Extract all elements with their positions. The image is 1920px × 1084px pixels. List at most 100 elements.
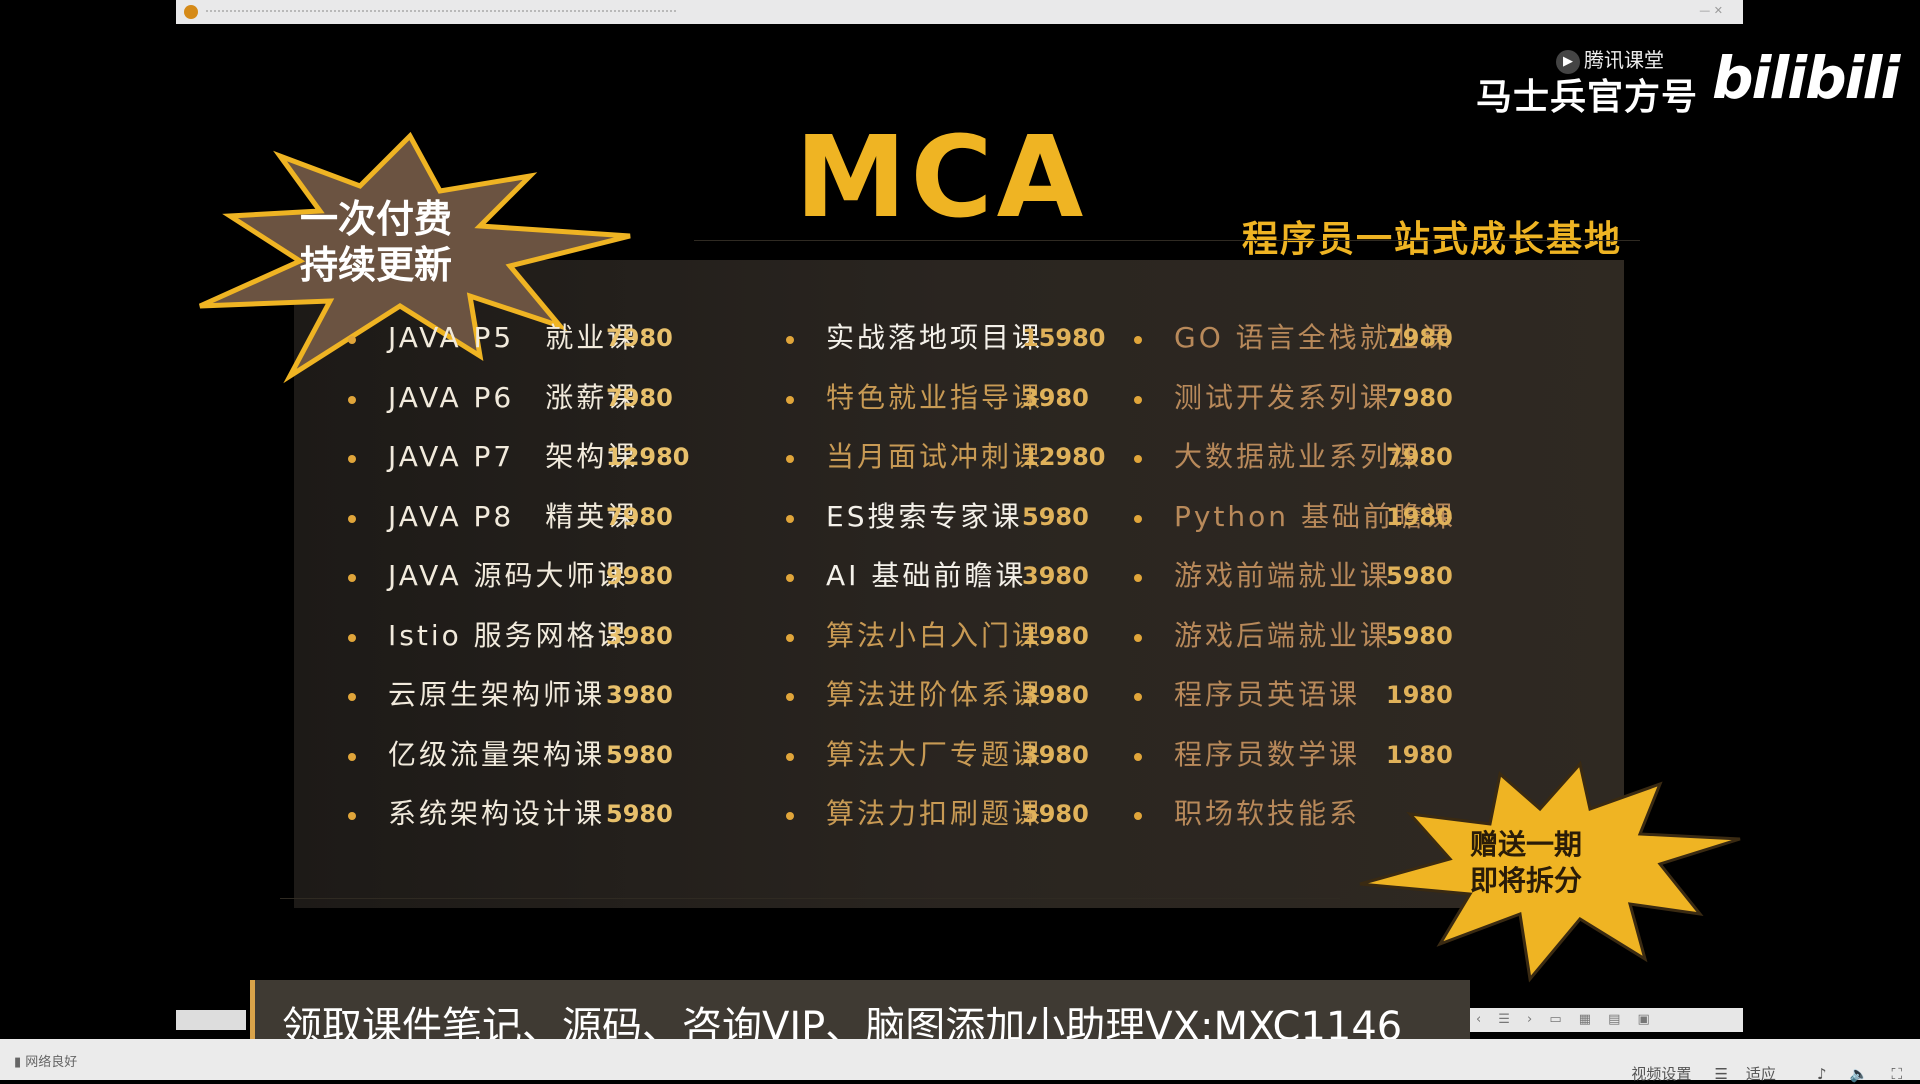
bullet-icon (786, 633, 794, 642)
course-name: 大数据就业系列课 (1174, 440, 1423, 473)
bullet-icon (786, 693, 794, 701)
prev-slide-icon[interactable]: ‹ (1476, 1012, 1481, 1027)
list-icon: ☰ (1714, 1065, 1728, 1083)
course-item: JAVA P6 涨薪课 7980 (348, 380, 778, 440)
course-name: 当月面试冲刺课 (826, 440, 1044, 473)
normal-view-icon[interactable]: ▭ (1549, 1012, 1561, 1027)
volume-icon[interactable]: 🔈 (1850, 1065, 1869, 1083)
fullscreen-icon[interactable]: ⛶ (1891, 1065, 1902, 1083)
bullet-icon (786, 514, 794, 523)
course-item: JAVA P8 精英课 7980 (348, 499, 778, 559)
bullet-icon (1134, 693, 1142, 701)
bullet-icon (348, 812, 356, 820)
course-price: 7980 (606, 502, 673, 531)
bullet-icon (786, 455, 794, 463)
bullet-icon (786, 395, 794, 404)
slide-menu-icon[interactable]: ☰ (1498, 1012, 1510, 1027)
burst-top-text: 一次付费 持续更新 (300, 197, 453, 287)
course-price: 5980 (1022, 502, 1089, 531)
slide-view-controls: ‹ ☰ › ▭ ▦ ▤ ▣ (1470, 1008, 1743, 1032)
bullet-icon (1134, 574, 1142, 582)
player-controls: 视频设置 ☰ 适应 ♪ 🔈 ⛶ (1631, 1039, 1920, 1083)
course-item: Istio 服务网格课 3980 (348, 618, 778, 678)
burst-bottom-text: 赠送一期 即将拆分 (1470, 828, 1583, 897)
course-item: 大数据就业系列课 7980 (1134, 439, 1564, 499)
course-column-1: JAVA P5 就业课 7980 JAVA P6 涨薪课 7980 JAVA P7 架构… (348, 320, 778, 856)
course-price: 1980 (1022, 621, 1089, 650)
course-price: 3980 (1022, 740, 1089, 769)
course-price: 12980 (1022, 443, 1106, 471)
course-item: 程序员英语课 1980 (1134, 677, 1564, 737)
course-item: 云原生架构师课 3980 (348, 677, 778, 737)
course-name: 系统架构设计课 (388, 797, 606, 830)
bullet-icon (1134, 812, 1142, 820)
course-name: 实战落地项目课 (826, 321, 1044, 354)
bullet-icon (348, 395, 356, 404)
app-icon (184, 5, 198, 19)
official-account-label: 马士兵官方号 (1476, 77, 1699, 118)
course-item: 游戏后端就业课 5980 (1134, 618, 1564, 678)
course-price: 7980 (606, 383, 673, 412)
sorter-view-icon[interactable]: ▦ (1579, 1012, 1591, 1027)
signal-icon: ▮ (14, 1055, 22, 1070)
mic-icon[interactable]: ♪ (1817, 1065, 1827, 1083)
course-item: 测试开发系列课 7980 (1134, 380, 1564, 440)
window-controls[interactable]: — ✕ (1699, 4, 1723, 17)
bullet-icon (1134, 395, 1142, 404)
course-name: 游戏前端就业课 (1174, 559, 1392, 592)
branding: ▶ 腾讯课堂 马士兵官方号 bilibili (1476, 34, 1900, 118)
course-name: JAVA P7 架构课 (388, 440, 639, 473)
course-name: ES搜索专家课 (826, 499, 1023, 533)
reading-view-icon[interactable]: ▤ (1608, 1012, 1620, 1027)
course-price: 5980 (1022, 800, 1089, 828)
course-price: 3980 (606, 621, 673, 650)
course-name: 算法进阶体系课 (826, 678, 1044, 711)
network-status: ▮ 网络良好 (14, 1055, 78, 1070)
course-price: 7980 (1386, 324, 1453, 352)
course-name: 测试开发系列课 (1174, 380, 1392, 414)
bottom-divider (280, 898, 1340, 899)
course-name: 职场软技能系 (1174, 797, 1361, 830)
slide-thumbnail-strip[interactable] (176, 1010, 246, 1030)
course-name: 云原生架构师课 (388, 678, 606, 711)
course-name: JAVA P8 精英课 (388, 499, 639, 533)
bullet-icon (1134, 633, 1142, 642)
presentation-slide: ▶ 腾讯课堂 马士兵官方号 bilibili MCA 程序员一站式成长基地 一次付… (0, 24, 1920, 1039)
bullet-icon (348, 336, 356, 344)
bullet-icon (1134, 336, 1142, 344)
course-price: 5980 (606, 740, 673, 769)
course-name: JAVA P5 就业课 (388, 321, 639, 354)
bullet-icon (348, 633, 356, 642)
bullet-icon (1134, 514, 1142, 523)
course-price: 1980 (1386, 681, 1453, 709)
slideshow-view-icon[interactable]: ▣ (1638, 1012, 1650, 1027)
course-name: JAVA 源码大师课 (388, 559, 629, 592)
course-price: 12980 (606, 443, 690, 471)
course-price: 3980 (1022, 383, 1089, 412)
bullet-icon (786, 812, 794, 820)
video-settings-button[interactable]: 视频设置 (1631, 1063, 1691, 1084)
course-price: 5980 (1386, 621, 1453, 650)
divider (694, 240, 1640, 241)
bilibili-logo: bilibili (1712, 44, 1900, 112)
course-price: 7980 (1386, 383, 1453, 412)
fit-button[interactable]: ☰ 适应 (1714, 1051, 1793, 1084)
course-item: JAVA P7 架构课 12980 (348, 439, 778, 499)
next-slide-icon[interactable]: › (1527, 1012, 1532, 1027)
course-item: JAVA 源码大师课 9980 (348, 558, 778, 618)
course-item: JAVA P5 就业课 7980 (348, 320, 778, 380)
course-name: 算法力扣刷题课 (826, 797, 1044, 830)
course-price: 5980 (606, 800, 673, 828)
course-price: 7980 (1386, 443, 1453, 471)
slide-tagline: 程序员一站式成长基地 (1242, 219, 1623, 260)
course-name: Istio 服务网格课 (388, 618, 629, 652)
bullet-icon (786, 336, 794, 344)
window-title-text (206, 10, 676, 15)
course-price: 1980 (1386, 502, 1453, 531)
bullet-icon (786, 752, 794, 761)
bullet-icon (348, 455, 356, 463)
bullet-icon (1134, 752, 1142, 761)
course-name: 算法小白入门课 (826, 618, 1044, 652)
course-price: 5980 (1386, 562, 1453, 590)
window-title-bar: — ✕ (176, 0, 1743, 24)
